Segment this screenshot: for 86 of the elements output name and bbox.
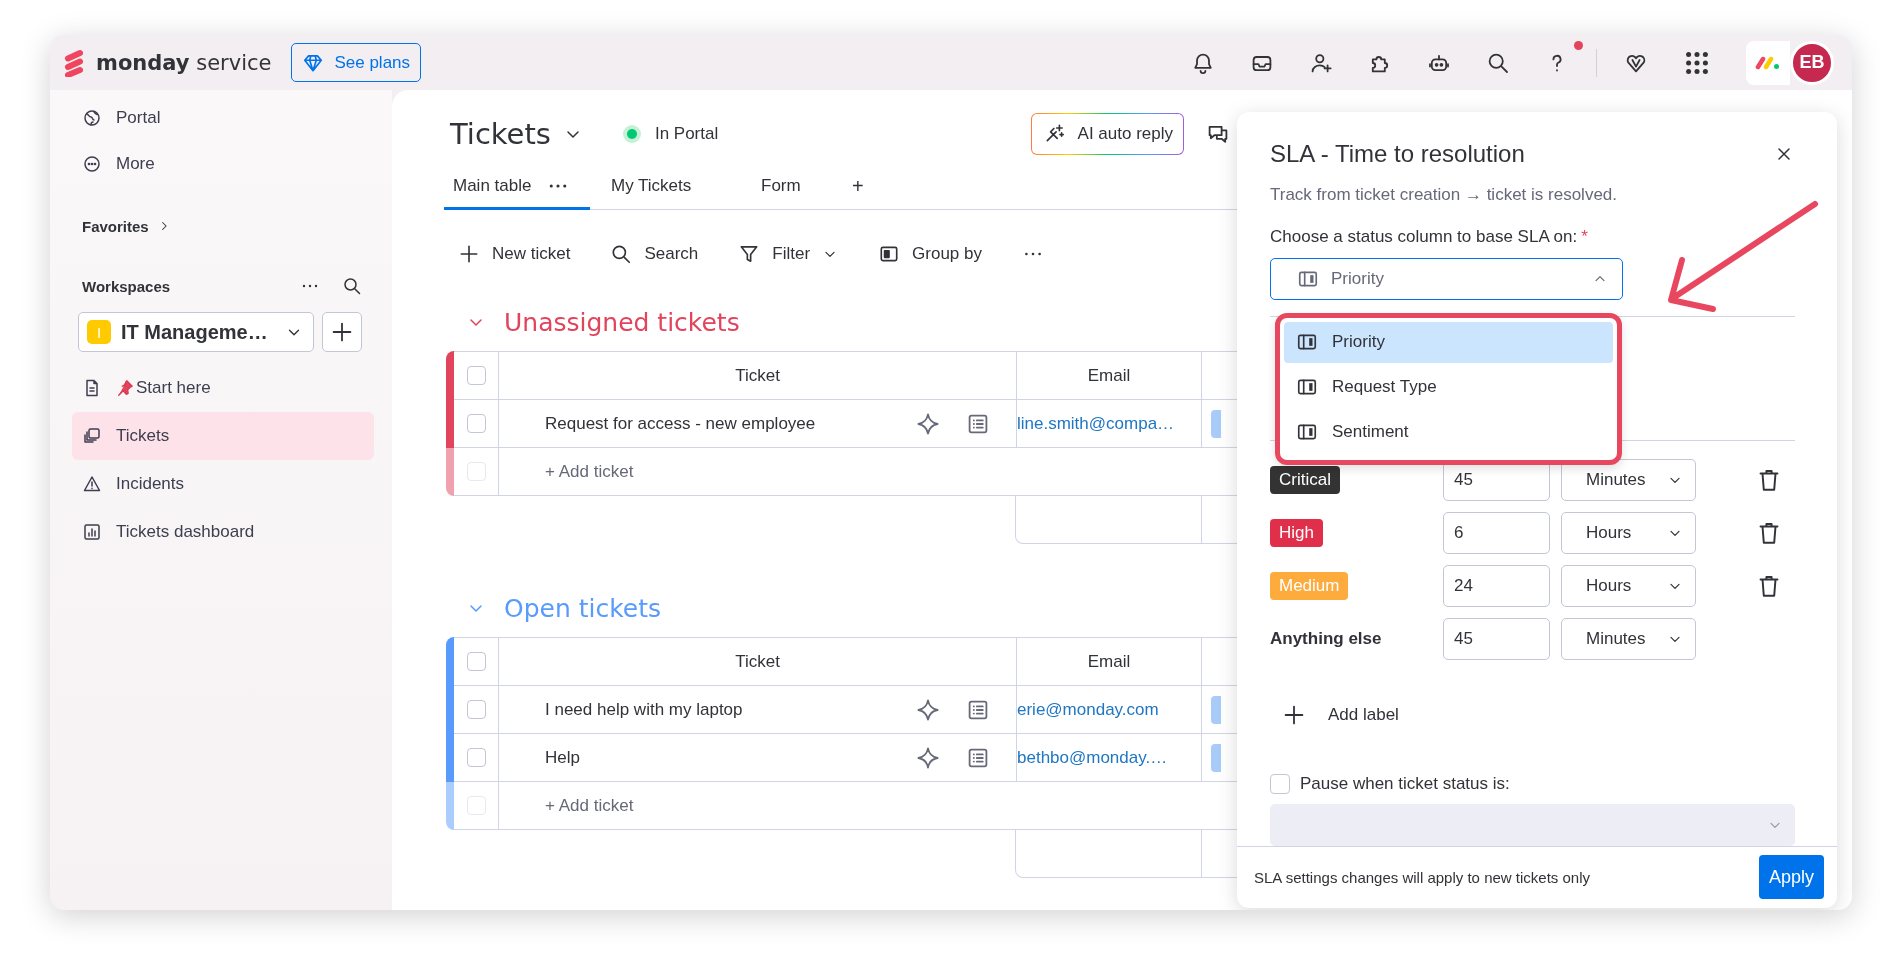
sparkle-icon[interactable] — [916, 745, 940, 770]
globe-icon — [82, 108, 102, 128]
add-workspace-button[interactable] — [322, 312, 362, 352]
apply-button[interactable]: Apply — [1758, 855, 1824, 900]
unit-select[interactable]: Minutes — [1561, 459, 1696, 502]
toolbar-button[interactable]: Search — [610, 243, 699, 265]
column-header: Ticket — [735, 651, 780, 672]
duration-input[interactable]: 24 — [1443, 565, 1550, 608]
ticket-name[interactable]: Request for access - new employee — [545, 413, 916, 434]
sidebar-item[interactable]: Incidents — [72, 460, 374, 508]
priority-label: Critical — [1270, 466, 1340, 495]
sparkle-icon[interactable] — [916, 697, 940, 722]
checkbox[interactable] — [466, 652, 486, 671]
sidebar-item[interactable]: Tickets dashboard — [72, 508, 374, 556]
status-cell[interactable] — [1211, 409, 1221, 438]
more-icon[interactable] — [549, 183, 568, 188]
unit-select[interactable]: Hours — [1561, 512, 1696, 555]
view-tab[interactable]: Main table — [444, 164, 590, 210]
add-label-button[interactable]: Add label — [1270, 697, 1405, 733]
status-cell[interactable] — [1211, 695, 1221, 724]
toolbar-button[interactable]: New ticket — [458, 243, 571, 265]
dropdown-option[interactable]: Request Type — [1284, 366, 1613, 408]
view-tab[interactable]: Form — [752, 164, 844, 210]
add-ticket-link[interactable]: + Add ticket — [545, 795, 634, 816]
brand-name: monday service — [96, 50, 272, 75]
email-link[interactable]: erie@monday.com — [1017, 699, 1159, 720]
monday-logo-icon — [1755, 55, 1781, 70]
favorites-heading[interactable]: Favorites — [82, 217, 149, 235]
ticket-name[interactable]: Help — [545, 747, 916, 768]
unit-select[interactable]: Hours — [1561, 565, 1696, 608]
add-ticket-link[interactable]: + Add ticket — [545, 461, 634, 482]
sidebar-item[interactable]: More — [72, 141, 374, 187]
unit-select[interactable]: Minutes — [1561, 618, 1696, 661]
sidebar-item[interactable]: Tickets — [72, 412, 374, 460]
rule-label: Anything else — [1270, 629, 1382, 649]
search-icon — [610, 243, 633, 265]
checkbox[interactable] — [466, 414, 486, 433]
panel-description: Track from ticket creation → ticket is resolved. — [1270, 183, 1619, 206]
column-header: Ticket — [735, 365, 780, 386]
ai-auto-reply-button[interactable]: AI auto reply — [1030, 113, 1184, 155]
plus-icon — [458, 243, 480, 265]
email-link[interactable]: line.smith@compa… — [1017, 413, 1175, 434]
dropdown-option[interactable]: Priority — [1284, 322, 1613, 363]
sidebar-item[interactable]: Start here — [72, 364, 374, 412]
status-column-select[interactable]: Priority — [1270, 257, 1623, 301]
status-cell[interactable] — [1211, 743, 1221, 772]
pin-icon — [116, 379, 134, 397]
dropdown-option[interactable]: Sentiment — [1284, 411, 1613, 452]
toolbar-button[interactable]: Group by — [878, 243, 982, 265]
duration-input[interactable]: 6 — [1443, 512, 1550, 555]
portal-status: In Portal — [654, 124, 719, 144]
checkbox[interactable] — [466, 748, 486, 767]
checkbox[interactable] — [466, 700, 486, 719]
pause-label: Pause when ticket status is: — [1300, 774, 1510, 795]
column-header: Email — [1087, 365, 1131, 386]
workspaces-heading: Workspaces — [82, 277, 172, 295]
plus-icon — [330, 320, 354, 344]
ticket-name[interactable]: I need help with my laptop — [545, 699, 916, 720]
duration-input[interactable]: 45 — [1443, 618, 1550, 661]
group-title[interactable]: Unassigned tickets — [504, 307, 740, 337]
user-avatar[interactable]: EB — [1790, 40, 1834, 85]
see-plans-button[interactable]: See plans — [291, 43, 422, 82]
view-tab[interactable]: My Tickets — [602, 164, 752, 210]
dashboard-icon — [82, 522, 102, 542]
logo-icon — [62, 48, 86, 77]
email-link[interactable]: bethbo@monday.… — [1017, 747, 1168, 768]
priority-label: High — [1270, 519, 1323, 548]
boards-icon — [82, 426, 102, 446]
required-mark: * — [1581, 226, 1588, 246]
column-header: Email — [1087, 651, 1131, 672]
more-icon — [82, 154, 102, 174]
toolbar-button[interactable]: Filter — [738, 243, 839, 265]
warning-icon — [82, 474, 102, 494]
sidebar-item[interactable]: Portal — [72, 95, 374, 141]
add-view-button[interactable]: + — [844, 164, 872, 209]
status-dot-icon — [622, 125, 641, 143]
footer-note: SLA settings changes will apply to new tickets only — [1254, 868, 1591, 886]
checkbox[interactable] — [1270, 774, 1290, 795]
checkbox[interactable] — [466, 366, 486, 385]
panel-title: SLA - Time to resolution — [1270, 139, 1526, 168]
priority-label: Medium — [1270, 572, 1349, 601]
field-label: Choose a status column to base SLA on: — [1270, 226, 1578, 246]
sparkle-icon[interactable] — [916, 411, 940, 436]
search-icon[interactable] — [342, 276, 362, 296]
workspace-selector[interactable]: I IT Manageme… — [78, 312, 314, 352]
board-title: Tickets — [450, 117, 551, 151]
